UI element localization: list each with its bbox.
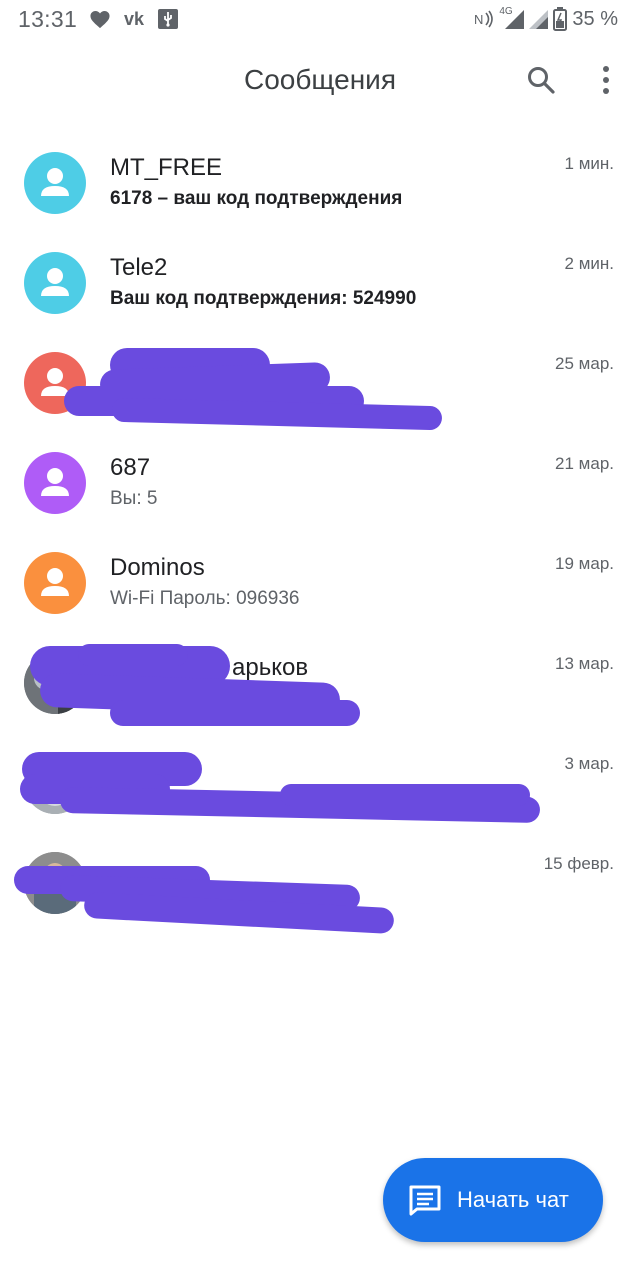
avatar xyxy=(24,452,86,514)
redaction-mark xyxy=(111,397,443,431)
svg-text:N: N xyxy=(474,12,483,27)
conversation-title: арьков xyxy=(232,654,309,681)
conversation-time: 15 февр. xyxy=(543,854,614,873)
search-icon xyxy=(528,67,555,94)
person-icon xyxy=(41,168,69,196)
redaction-mark xyxy=(280,784,530,806)
conversation-snippet: Ваш код подтверждения: 524990 xyxy=(110,288,417,309)
signal-icon xyxy=(502,7,526,31)
more-vert-icon xyxy=(603,66,609,94)
person-icon xyxy=(41,268,69,296)
conversation-time: 3 мар. xyxy=(564,754,615,773)
conversation-row[interactable]: 687 Вы: 5 21 мар. xyxy=(0,434,640,534)
conversation-row[interactable]: 25 мар. xyxy=(0,334,640,434)
battery-icon xyxy=(552,7,568,31)
conversation-row[interactable]: Tele2 Ваш код подтверждения: 524990 2 ми… xyxy=(0,234,640,334)
conversation-list: MT_FREE 6178 – ваш код подтверждения 1 м… xyxy=(0,134,640,935)
usb-icon xyxy=(156,7,180,31)
conversation-snippet: Вы: 5 xyxy=(110,488,158,509)
redaction-mark xyxy=(110,700,360,726)
app-bar: Сообщения xyxy=(0,40,640,120)
vk-icon: vk xyxy=(123,8,145,29)
more-options-button[interactable] xyxy=(588,62,624,98)
conversation-time: 21 мар. xyxy=(555,454,614,473)
status-bar: 13:31 vk N 4G 35 % xyxy=(0,0,640,40)
redaction-mark xyxy=(78,644,188,666)
conversation-row[interactable]: MT_FREE 6178 – ваш код подтверждения 1 м… xyxy=(0,134,640,234)
conversation-time: 2 мин. xyxy=(564,254,614,273)
avatar xyxy=(24,552,86,614)
conversation-time: 1 мин. xyxy=(564,154,614,173)
status-time: 13:31 xyxy=(18,6,78,32)
conversation-row[interactable]: 15 февр. xyxy=(0,834,640,935)
search-button[interactable] xyxy=(523,62,559,98)
person-icon xyxy=(41,468,69,496)
avatar xyxy=(24,252,86,314)
start-chat-button[interactable]: Начать чат xyxy=(383,1158,603,1242)
signal-icon xyxy=(526,7,550,31)
conversation-time: 13 мар. xyxy=(555,654,614,673)
conversation-time: 25 мар. xyxy=(555,354,614,373)
heart-icon xyxy=(88,7,112,31)
start-chat-label: Начать чат xyxy=(457,1187,569,1212)
conversation-title: Tele2 xyxy=(110,254,168,281)
conversation-time: 19 мар. xyxy=(555,554,614,573)
conversation-row[interactable]: арьков 13 мар. xyxy=(0,634,640,734)
avatar xyxy=(24,152,86,214)
conversation-snippet: Wi-Fi Пароль: 096936 xyxy=(110,588,300,609)
conversation-row[interactable]: 3 мар. xyxy=(0,734,640,834)
conversation-row[interactable]: Dominos Wi-Fi Пароль: 096936 19 мар. xyxy=(0,534,640,634)
nfc-icon: N xyxy=(474,7,496,31)
conversation-title: MT_FREE xyxy=(110,154,223,181)
conversation-snippet: 6178 – ваш код подтверждения xyxy=(110,188,403,209)
chat-icon xyxy=(407,1182,443,1218)
person-icon xyxy=(41,568,69,596)
conversation-title: 687 xyxy=(110,454,151,481)
conversation-title: Dominos xyxy=(110,554,205,581)
battery-percent: 35 % xyxy=(572,8,618,30)
